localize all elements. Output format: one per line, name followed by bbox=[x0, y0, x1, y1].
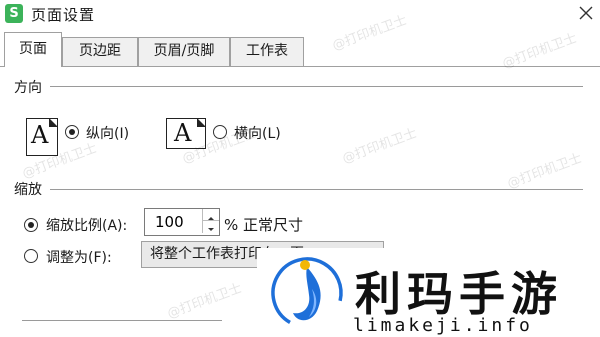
dialog-title: 页面设置 bbox=[31, 6, 96, 24]
scale-ratio-radio[interactable] bbox=[24, 218, 38, 232]
triangle-down-icon bbox=[208, 228, 214, 231]
orientation-divider bbox=[50, 86, 583, 87]
landscape-radio[interactable] bbox=[213, 125, 227, 139]
watermark-text: @打印机卫士 bbox=[340, 125, 419, 167]
scaling-section-label: 缩放 bbox=[14, 182, 42, 198]
orientation-section-label: 方向 bbox=[14, 80, 42, 96]
spin-down-button[interactable] bbox=[202, 221, 219, 233]
scale-ratio-label[interactable]: 缩放比例(A): bbox=[46, 215, 127, 235]
portrait-page-icon: A bbox=[26, 118, 58, 156]
wps-spreadsheet-icon: S bbox=[5, 4, 23, 23]
fit-to-label[interactable]: 调整为(F): bbox=[46, 247, 112, 267]
landscape-page-icon: A bbox=[166, 118, 206, 149]
landscape-label[interactable]: 横向(L) bbox=[234, 123, 281, 143]
watermark-text: @打印机卫士 bbox=[505, 150, 584, 192]
tab-margins[interactable]: 页边距 bbox=[62, 37, 138, 66]
spin-up-button[interactable] bbox=[202, 209, 219, 221]
tab-baseline bbox=[0, 66, 600, 67]
close-button[interactable] bbox=[575, 2, 597, 24]
scaling-divider bbox=[50, 189, 583, 190]
tab-header-footer[interactable]: 页眉/页脚 bbox=[138, 37, 230, 66]
tab-sheet[interactable]: 工作表 bbox=[230, 37, 304, 66]
brand-url: limakeji.info bbox=[353, 315, 533, 336]
brand-logo-icon bbox=[271, 257, 343, 329]
fit-to-radio[interactable] bbox=[24, 249, 38, 263]
tab-strip: 页面 页边距 页眉/页脚 工作表 bbox=[0, 30, 600, 67]
bottom-divider bbox=[22, 320, 222, 321]
portrait-label[interactable]: 纵向(I) bbox=[86, 123, 129, 143]
close-icon bbox=[579, 6, 593, 20]
scale-ratio-suffix: % 正常尺寸 bbox=[224, 216, 304, 234]
tab-page[interactable]: 页面 bbox=[4, 32, 62, 67]
page-setup-dialog: S 页面设置 页面 页边距 页眉/页脚 工作表 方向 A 纵向(I) A 横向(… bbox=[0, 0, 600, 337]
title-bar: S 页面设置 bbox=[0, 0, 600, 30]
scale-ratio-spinner[interactable] bbox=[144, 208, 220, 236]
watermark-text: @打印机卫士 bbox=[165, 280, 244, 322]
portrait-radio[interactable] bbox=[65, 125, 79, 139]
scale-ratio-input[interactable] bbox=[145, 209, 199, 235]
brand-watermark-overlay: 利玛手游 limakeji.info bbox=[257, 248, 600, 337]
